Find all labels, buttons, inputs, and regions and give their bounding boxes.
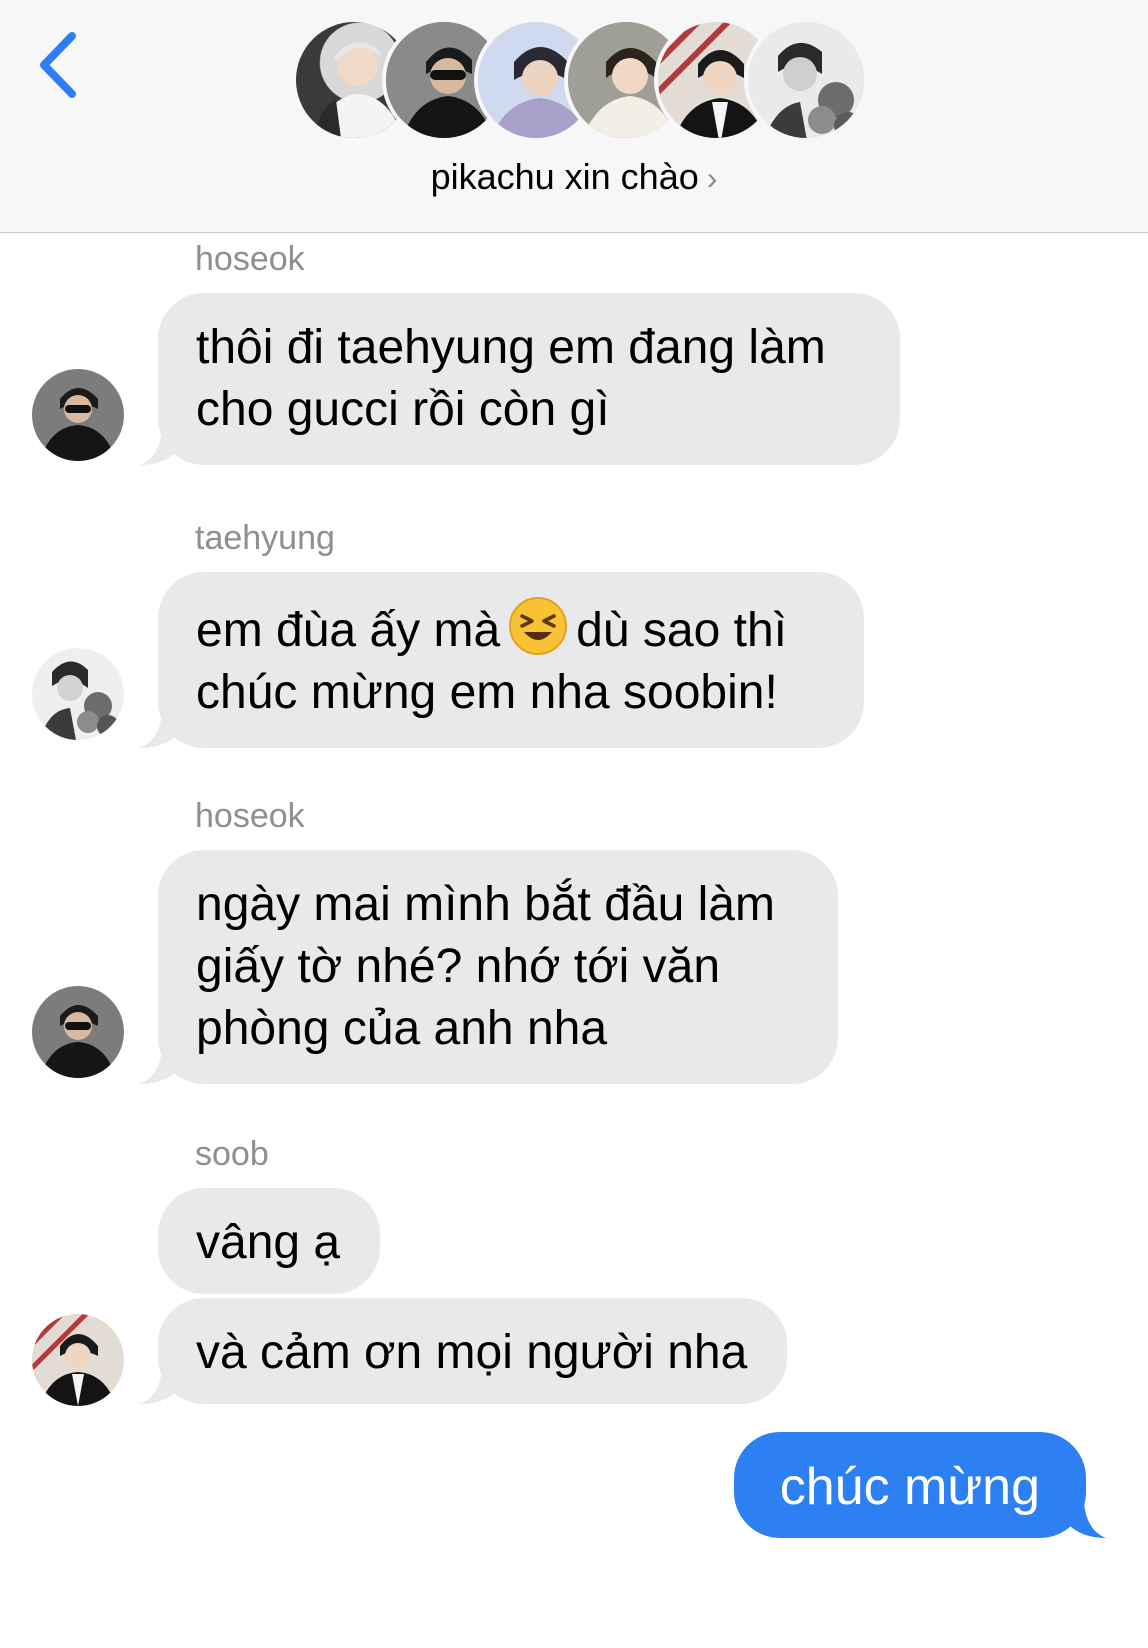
message-line: chúc mừng [779, 1458, 1040, 1516]
bubble-tail [140, 429, 180, 465]
bubble-tail [140, 712, 180, 748]
group-name-label: pikachu xin chào [430, 156, 699, 197]
chevron-right-icon: › [706, 160, 718, 196]
avatar-soob[interactable] [32, 1314, 124, 1406]
sender-label: hoseok [195, 240, 305, 278]
message-text: em đùa ấy mà [196, 604, 501, 657]
avatar [744, 18, 868, 142]
message-line: cho gucci rồi còn gì [196, 383, 610, 436]
group-name-button[interactable]: pikachu xin chào › [0, 156, 1148, 198]
message-bubble[interactable]: thôi đi taehyung em đang làm cho gucci r… [140, 293, 900, 465]
message-line: thôi đi taehyung em đang làm [196, 321, 826, 374]
bubble-tail [140, 1048, 180, 1084]
outgoing-message-bubble[interactable]: chúc mừng [733, 1432, 1106, 1538]
avatar-taehyung[interactable] [32, 648, 124, 740]
back-button[interactable] [36, 30, 86, 108]
sender-label: soob [195, 1135, 269, 1173]
bubble-tail [140, 1368, 180, 1404]
message-bubble[interactable]: em đùa ấy mà dù sao thì chúc mừng em nha … [140, 572, 864, 748]
avatar-hoseok[interactable] [32, 369, 124, 461]
chevron-left-icon [40, 32, 76, 98]
message-bubble[interactable]: và cảm ơn mọi người nha [140, 1298, 788, 1404]
conversation-header: pikachu xin chào › [0, 0, 1148, 233]
message-bubble[interactable]: ngày mai mình bắt đầu làm giấy tờ nhé? n… [140, 850, 838, 1084]
bubble-tail [1066, 1502, 1106, 1538]
message-line: phòng của anh nha [196, 1002, 608, 1055]
message-line: vâng ạ [196, 1216, 341, 1269]
message-line: chúc mừng em nha soobin! [196, 666, 778, 719]
sender-label: taehyung [195, 519, 335, 557]
sender-label: hoseok [195, 797, 305, 835]
message-line: ngày mai mình bắt đầu làm [196, 878, 775, 931]
avatar-hoseok[interactable] [32, 986, 124, 1078]
member-avatar-stack[interactable] [292, 18, 892, 142]
message-bubble[interactable]: vâng ạ [158, 1188, 381, 1294]
squinting-laughing-face-icon [509, 597, 568, 655]
message-text: dù sao thì [576, 604, 787, 657]
message-line: giấy tờ nhé? nhớ tới văn [196, 940, 721, 993]
message-line: và cảm ơn mọi người nha [196, 1326, 748, 1379]
